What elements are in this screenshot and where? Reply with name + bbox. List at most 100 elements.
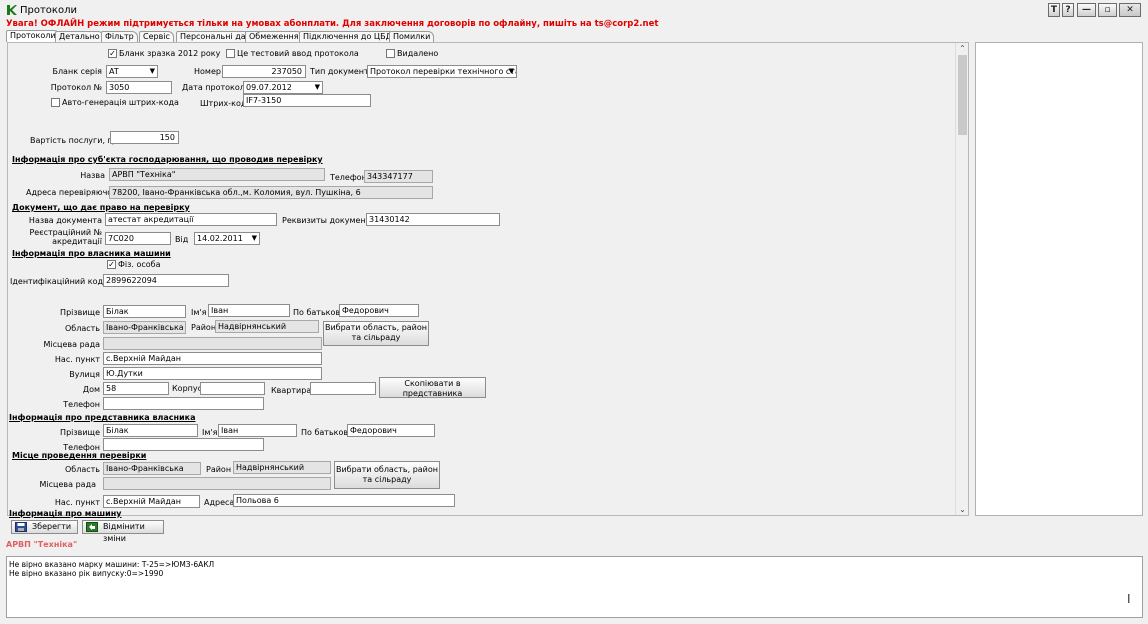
id-code-input[interactable]: 2899622094 bbox=[103, 274, 229, 287]
tab-restrictions[interactable]: Обмеження bbox=[245, 31, 303, 42]
inspector-phone-field: 343347177 bbox=[364, 170, 433, 183]
form-scrollbar[interactable]: ⌃ ⌄ bbox=[955, 43, 968, 515]
owner-name-input[interactable]: Іван bbox=[208, 304, 290, 317]
protocol-no-label: Протокол № bbox=[50, 83, 102, 92]
help-button[interactable]: ? bbox=[1062, 3, 1074, 17]
inspector-phone-label: Телефон bbox=[330, 173, 367, 182]
scroll-down-icon[interactable]: ⌄ bbox=[956, 505, 969, 514]
text-cursor-icon: I bbox=[1127, 592, 1131, 606]
number-input[interactable]: 237050 bbox=[222, 65, 306, 78]
reg-no-label-2: акредитації bbox=[52, 237, 102, 246]
blank-series-select[interactable]: AT ▼ bbox=[106, 65, 158, 78]
rep-patronymic-input[interactable]: Федорович bbox=[347, 424, 435, 437]
tab-errors[interactable]: Помилки bbox=[389, 31, 435, 42]
owner-settlement-input[interactable]: с.Верхній Майдан bbox=[103, 352, 322, 365]
owner-surname-input[interactable]: Білак bbox=[103, 305, 186, 318]
tab-filter[interactable]: Фільтр bbox=[101, 31, 138, 42]
owner-phone-label: Телефон bbox=[63, 400, 100, 409]
owner-patronymic-input[interactable]: Федорович bbox=[339, 304, 419, 317]
inspector-name-field: АРВП "Техніка" bbox=[109, 168, 325, 181]
rep-surname-label: Прізвище bbox=[60, 428, 100, 437]
place-region-field: Івано-Франківська bbox=[103, 462, 201, 475]
owner-street-label: Вулиця bbox=[69, 370, 100, 379]
doc-details-label: Реквизиты документа bbox=[282, 216, 376, 225]
scroll-up-icon[interactable]: ⌃ bbox=[956, 44, 969, 53]
place-choose-region-button[interactable]: Вибрати область, район та сільраду bbox=[334, 461, 440, 489]
rep-surname-input[interactable]: Білак bbox=[103, 424, 198, 437]
inspector-name-label: Назва bbox=[80, 171, 105, 180]
owner-region-field: Івано-Франківська bbox=[103, 321, 186, 334]
organization-status: АРВП "Техніка" bbox=[6, 540, 78, 549]
doc-type-label: Тип документа bbox=[310, 67, 374, 76]
tab-details[interactable]: Детально bbox=[55, 31, 104, 42]
place-settlement-input[interactable]: с.Верхній Майдан bbox=[103, 495, 200, 508]
cancel-label: Відмінити зміни bbox=[103, 522, 145, 543]
owner-surname-label: Прізвище bbox=[60, 308, 100, 317]
owner-phone-input[interactable] bbox=[103, 397, 264, 410]
doc-details-input[interactable]: 31430142 bbox=[366, 213, 500, 226]
place-council-label: Місцева рада bbox=[39, 480, 96, 489]
tab-protocols[interactable]: Протоколи bbox=[6, 30, 60, 42]
representative-section-title: Інформація про представника власника bbox=[9, 413, 196, 422]
log-line: Не вірно вказано марку машини: Т-25=>ЮМЗ… bbox=[9, 560, 215, 569]
test-input-label: Це тестовий ввод протокола bbox=[237, 49, 359, 58]
owner-district-field: Надвірнянський bbox=[215, 320, 319, 333]
document-section-title: Документ, що дає право на перевірку bbox=[12, 203, 190, 212]
doc-type-select[interactable]: Протокол перевірки технічного стану ▼ bbox=[367, 65, 517, 78]
rep-phone-input[interactable] bbox=[103, 438, 264, 451]
machine-section-title: Інформація про машину bbox=[9, 509, 122, 518]
place-address-input[interactable]: Польова 6 bbox=[233, 494, 455, 507]
owner-choose-region-button[interactable]: Вибрати область, район та сільраду bbox=[323, 321, 429, 346]
rep-name-input[interactable]: Іван bbox=[218, 424, 297, 437]
place-section-title: Місце проведення перевірки bbox=[12, 451, 147, 460]
owner-flat-input[interactable] bbox=[310, 382, 376, 395]
protocol-date-picker[interactable]: 09.07.2012 ▼ bbox=[243, 81, 323, 94]
owner-patronymic-label: По батькові bbox=[293, 308, 343, 317]
doc-name-input[interactable]: атестат акредитації bbox=[105, 213, 277, 226]
messages-log[interactable]: Не вірно вказано марку машини: Т-25=>ЮМЗ… bbox=[6, 556, 1143, 618]
maximize-icon[interactable]: ▫ bbox=[1098, 3, 1117, 17]
from-label: Від bbox=[175, 235, 189, 244]
reg-no-input[interactable]: 7С020 bbox=[105, 232, 171, 245]
auto-barcode-checkbox[interactable] bbox=[51, 98, 60, 107]
owner-name-label: Ім'я bbox=[191, 308, 207, 317]
deleted-checkbox[interactable] bbox=[386, 49, 395, 58]
owner-street-input[interactable]: Ю.Дутки bbox=[103, 367, 322, 380]
barcode-input[interactable]: IF7-3150 bbox=[243, 94, 371, 107]
offline-warning: Увага! ОФЛАЙН режим підтримується тільки… bbox=[6, 19, 659, 29]
test-input-checkbox[interactable] bbox=[226, 49, 235, 58]
place-council-field bbox=[103, 477, 331, 490]
rep-name-label: Ім'я bbox=[202, 428, 218, 437]
t-button[interactable]: T bbox=[1048, 3, 1060, 17]
from-date-picker[interactable]: 14.02.2011 ▼ bbox=[194, 232, 260, 245]
blank2012-checkbox[interactable]: ✓ bbox=[108, 49, 117, 58]
save-button[interactable]: Зберегти bbox=[11, 520, 78, 534]
person-checkbox[interactable]: ✓ bbox=[107, 260, 116, 269]
app-logo-icon bbox=[7, 5, 17, 15]
tab-cbd-connection[interactable]: Підключення до ЦБД bbox=[299, 31, 396, 42]
deleted-label: Видалено bbox=[397, 49, 439, 58]
minimize-icon[interactable]: — bbox=[1077, 3, 1096, 17]
save-label: Зберегти bbox=[32, 522, 72, 531]
copy-to-representative-button[interactable]: Скопіювати в представника bbox=[379, 377, 486, 398]
owner-house-input[interactable]: 58 bbox=[103, 382, 169, 395]
rep-patronymic-label: По батькові bbox=[301, 428, 351, 437]
inspector-section-title: Інформація про суб'єкта господарювання, … bbox=[12, 155, 323, 164]
log-line: Не вірно вказано рік випуску:0=>1990 bbox=[9, 569, 164, 578]
undo-icon bbox=[86, 522, 98, 532]
scrollbar-thumb[interactable] bbox=[958, 55, 967, 135]
price-label: Вартість послуги, грн bbox=[30, 136, 123, 145]
close-icon[interactable]: ✕ bbox=[1119, 3, 1141, 17]
price-input[interactable]: 150 bbox=[110, 131, 179, 144]
title-bar bbox=[0, 0, 1148, 20]
cancel-changes-button[interactable]: Відмінити зміни bbox=[82, 520, 164, 543]
owner-building-input[interactable] bbox=[200, 382, 265, 395]
protocol-no-input[interactable]: 3050 bbox=[106, 81, 172, 94]
owner-flat-label: Квартира bbox=[271, 386, 312, 395]
tab-service[interactable]: Сервіс bbox=[139, 31, 174, 42]
protocol-date-label: Дата протокола bbox=[182, 83, 250, 92]
owner-section-title: Інформація про власника машини bbox=[12, 249, 171, 258]
place-region-label: Область bbox=[64, 465, 100, 474]
place-district-field: Надвірнянський bbox=[233, 461, 331, 474]
owner-district-label: Район bbox=[191, 323, 217, 332]
